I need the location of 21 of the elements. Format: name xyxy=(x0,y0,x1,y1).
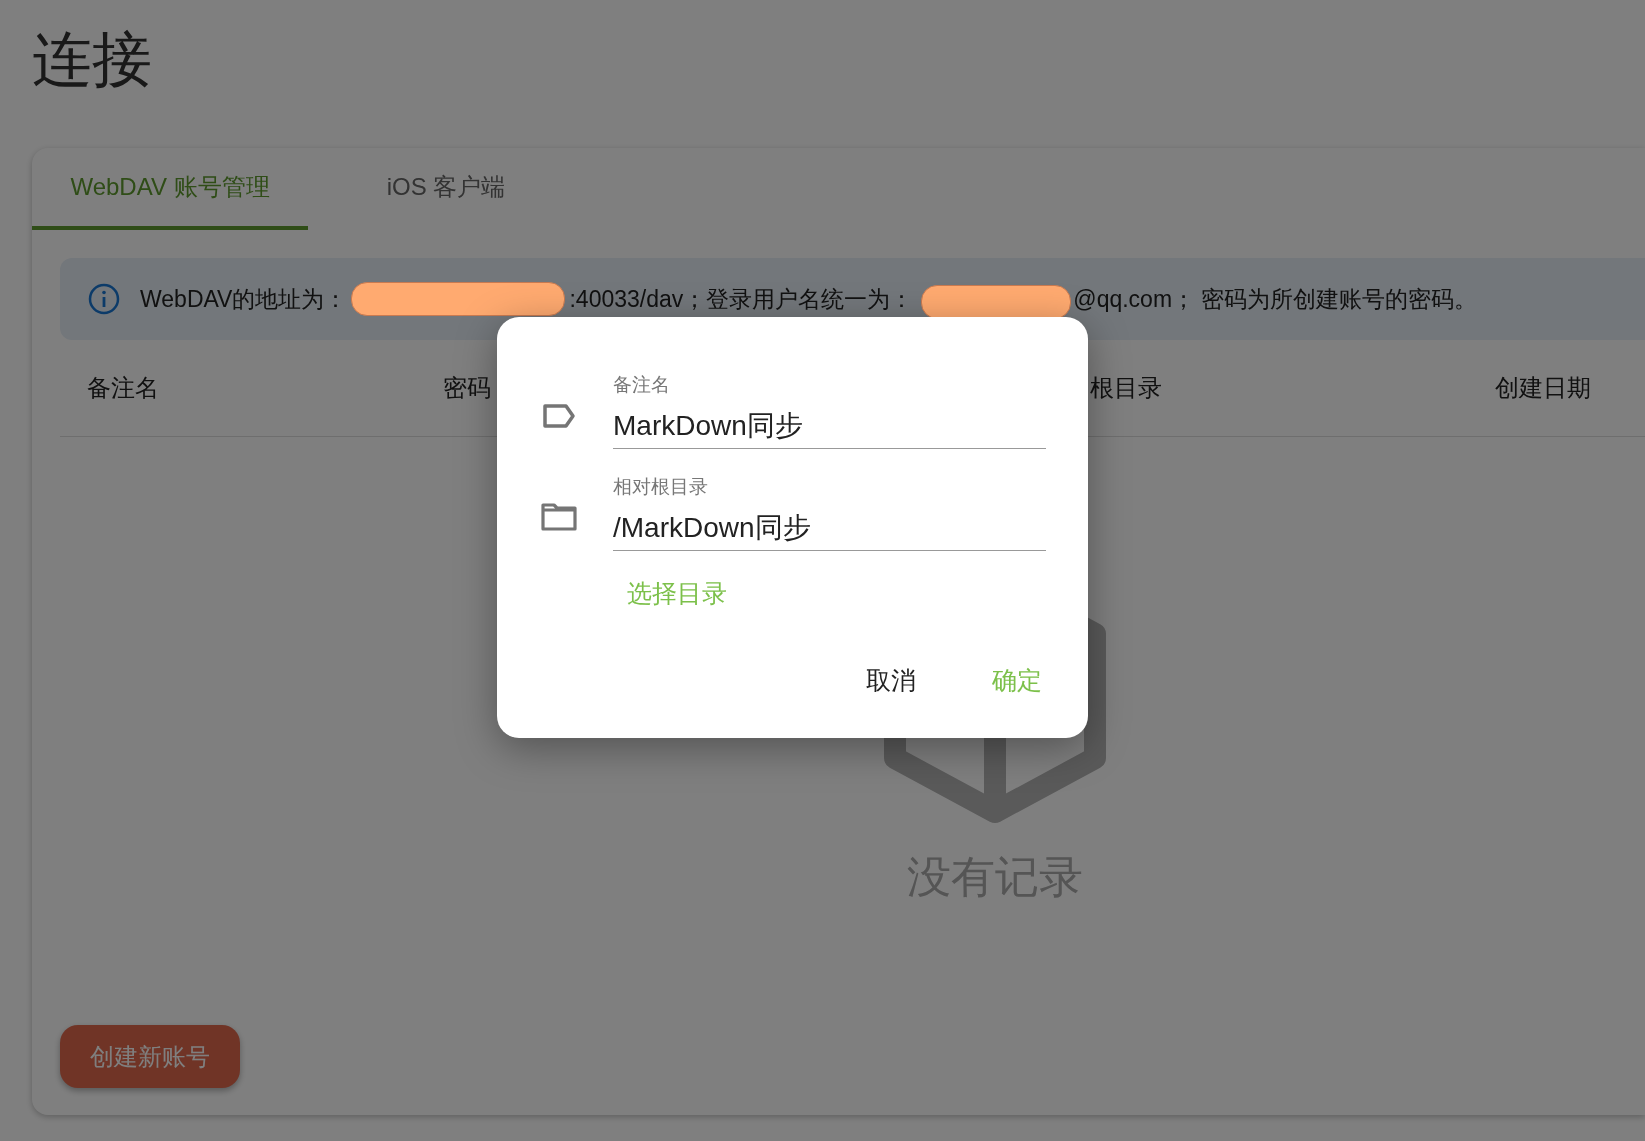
column-header: 密码 xyxy=(443,374,491,401)
tab[interactable]: WebDAV 账号管理 xyxy=(32,148,308,230)
column-header: 备注名 xyxy=(87,374,159,401)
choose-directory-button[interactable]: 选择目录 xyxy=(615,573,739,614)
info-icon xyxy=(88,283,120,315)
field-label: 相对根目录 xyxy=(613,475,709,499)
info-text: WebDAV的地址为： xyxy=(140,284,348,314)
folder-icon xyxy=(541,503,577,531)
field-label: 备注名 xyxy=(613,373,671,397)
page-title: 连接 xyxy=(31,25,153,95)
info-text: :40033/dav；登录用户名统一为： xyxy=(569,284,914,314)
info-text: @qq.com； 密码为所创建账号的密码。 xyxy=(1073,284,1478,314)
tab[interactable]: iOS 客户端 xyxy=(308,148,584,230)
name-field[interactable]: MarkDown同步 xyxy=(613,398,1046,449)
cancel-button[interactable]: 取消 xyxy=(862,660,920,701)
tag-icon xyxy=(541,403,577,429)
create-account-button[interactable]: 创建新账号 xyxy=(60,1025,240,1088)
column-header: 创建日期 xyxy=(1495,374,1591,401)
confirm-button[interactable]: 确定 xyxy=(988,660,1046,701)
column-header: 根目录 xyxy=(1090,374,1162,401)
directory-field[interactable]: /MarkDown同步 xyxy=(613,500,1046,551)
